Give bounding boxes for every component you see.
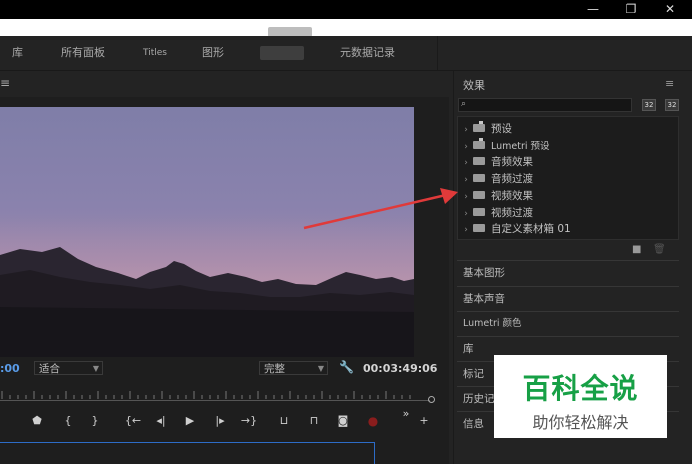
panel-lumetri-color[interactable]: Lumetri 颜色 <box>457 311 679 335</box>
go-to-in-icon[interactable]: {← <box>124 413 142 429</box>
quality-select-value: 完整 <box>264 363 285 375</box>
chevron-down-icon: ▼ <box>92 364 99 373</box>
tree-item-label: 音频效果 <box>491 156 533 168</box>
marker-icon[interactable]: ⬟ <box>28 413 46 429</box>
folder-icon <box>473 157 485 165</box>
play-icon[interactable]: ▶ <box>181 413 199 429</box>
out-point-icon[interactable]: } <box>86 413 104 429</box>
workspace-tab-all-panels[interactable]: 所有面板 <box>61 36 105 70</box>
more-icon[interactable]: » <box>397 406 415 422</box>
go-to-out-icon[interactable]: →} <box>240 413 258 429</box>
effects-search-input[interactable] <box>458 98 632 112</box>
redacted-tab <box>260 46 304 60</box>
panel-menu-icon[interactable]: ≡ <box>665 77 674 90</box>
effects-panel-title: 效果 <box>463 79 485 92</box>
chevron-right-icon[interactable]: › <box>459 122 473 139</box>
folder-icon <box>473 174 485 182</box>
hamburger-icon[interactable]: ≡ <box>0 76 10 90</box>
tree-item-video-effects[interactable]: › 视频效果 <box>459 188 669 205</box>
search-icon: ⌕ <box>461 99 467 109</box>
fit-select[interactable]: 适合 ▼ <box>34 361 103 375</box>
panel-essential-graphics[interactable]: 基本图形 <box>457 260 679 284</box>
close-button[interactable]: ✕ <box>655 0 685 19</box>
program-monitor-header <box>0 71 449 97</box>
wrench-icon[interactable]: 🔧 <box>339 360 354 374</box>
camera-icon[interactable]: ◙ <box>334 413 352 429</box>
annotation-arrow <box>303 188 458 230</box>
menu-bar <box>0 19 692 36</box>
watermark-subtitle: 助你轻松解决 <box>532 413 629 432</box>
chevron-right-icon[interactable]: › <box>459 189 473 206</box>
insert-icon[interactable]: ⊔ <box>275 413 293 429</box>
record-icon[interactable]: ● <box>364 413 382 429</box>
star-folder-icon <box>473 138 485 149</box>
tree-item-label: 音频过渡 <box>491 173 533 185</box>
tree-item-audio-effects[interactable]: › 音频效果 <box>459 154 669 171</box>
time-ruler[interactable] <box>0 383 430 401</box>
timeline-panel[interactable] <box>0 442 375 464</box>
chevron-right-icon[interactable]: › <box>459 222 473 239</box>
tree-item-presets[interactable]: › 预设 <box>459 121 669 138</box>
restore-button[interactable]: ❐ <box>616 0 646 19</box>
workspace-divider <box>437 36 438 70</box>
new-bin-icon[interactable]: ■ <box>632 244 641 255</box>
32bit-effects-button[interactable]: 32 <box>665 99 679 111</box>
folder-icon <box>473 191 485 199</box>
quality-select[interactable]: 完整 ▼ <box>259 361 328 375</box>
chevron-down-icon: ▼ <box>317 364 324 373</box>
tree-item-label: 视频效果 <box>491 190 533 202</box>
workspace-tab-graphics[interactable]: 图形 <box>202 36 224 70</box>
folder-icon <box>473 208 485 216</box>
minimize-button[interactable]: — <box>578 0 608 19</box>
watermark-title: 百科全说 <box>522 372 639 405</box>
accelerated-effects-button[interactable]: 32 <box>642 99 656 111</box>
zoom-handle[interactable] <box>428 396 435 403</box>
tree-item-custom-bin[interactable]: › 自定义素材箱 01 <box>459 221 669 238</box>
tree-item-video-transitions[interactable]: › 视频过渡 <box>459 205 669 222</box>
tree-item-label: 预设 <box>491 123 512 135</box>
folder-icon <box>473 224 485 232</box>
step-forward-icon[interactable]: |▸ <box>211 413 229 429</box>
workspace-tab-titles[interactable]: Titles <box>143 36 167 70</box>
tree-item-label: 视频过渡 <box>491 207 533 219</box>
workspace-tab-metadata[interactable]: 元数据记录 <box>340 36 395 70</box>
tree-item-audio-transitions[interactable]: › 音频过渡 <box>459 171 669 188</box>
panel-essential-sound[interactable]: 基本声音 <box>457 286 679 310</box>
step-back-icon[interactable]: ◂| <box>152 413 170 429</box>
fit-select-value: 适合 <box>39 363 60 375</box>
star-folder-icon <box>473 121 485 132</box>
chevron-right-icon[interactable]: › <box>459 172 473 189</box>
tree-item-lumetri-presets[interactable]: › Lumetri 预设 <box>459 138 669 155</box>
workspace-tab-library[interactable]: 库 <box>12 36 23 70</box>
tree-item-label: Lumetri 预设 <box>491 141 550 152</box>
tree-item-label: 自定义素材箱 01 <box>491 223 571 235</box>
overwrite-icon[interactable]: ⊓ <box>305 413 323 429</box>
in-point-icon[interactable]: { <box>59 413 77 429</box>
duration-timecode: 00:03:49:06 <box>363 362 438 375</box>
trash-icon[interactable]: 🗑 <box>653 244 666 255</box>
ruler-baseline <box>0 400 430 401</box>
playhead-timecode[interactable]: :00 <box>0 362 20 375</box>
chevron-right-icon[interactable]: › <box>459 155 473 172</box>
add-icon[interactable]: + <box>415 413 433 429</box>
